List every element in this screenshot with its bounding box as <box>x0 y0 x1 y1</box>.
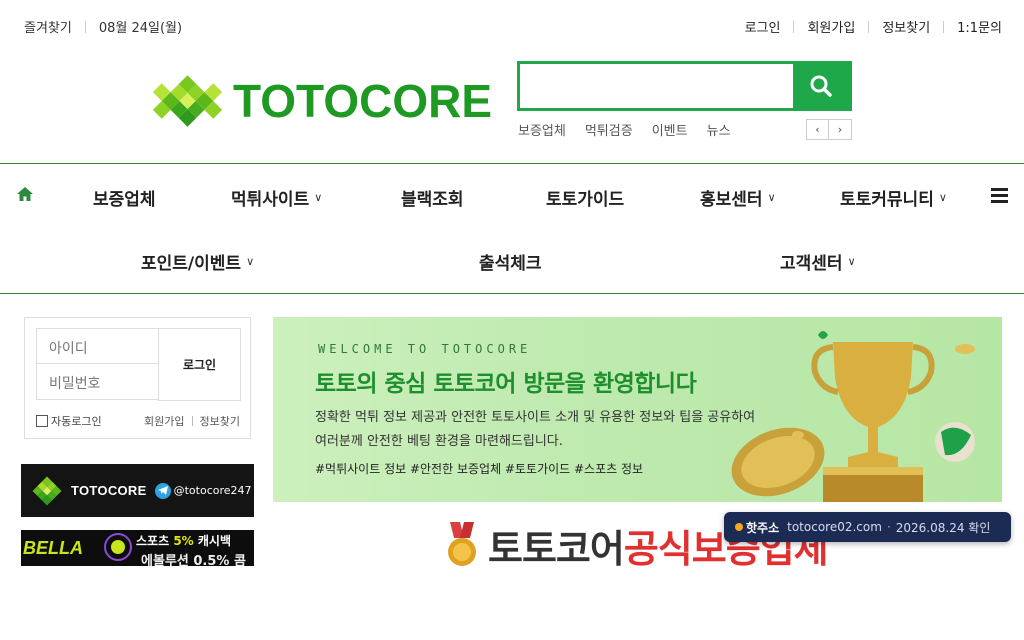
login-link[interactable]: 로그인 <box>745 17 781 36</box>
nav-label: 토토커뮤니티 <box>840 190 934 210</box>
nav-label: 고객센터 <box>780 254 843 274</box>
current-date: 08월 24일(월) <box>98 21 183 36</box>
hero-welcome-text: WELCOME TO TOTOCORE <box>318 342 532 356</box>
nav-label: 보증업체 <box>93 190 156 210</box>
user-id-field[interactable]: 아이디 <box>36 328 159 364</box>
chevron-down-icon: ∨ <box>938 191 947 204</box>
nav-row-2: 포인트/이벤트 ∨ 출석체크 고객센터 ∨ <box>0 228 1024 294</box>
logo-emblem-icon <box>152 75 223 127</box>
side-banner-bella[interactable]: BELLA 스포츠 5% 캐시백 에볼루션 0.5% 콤프 <box>21 530 254 566</box>
nav-label: 먹튀사이트 <box>231 190 310 210</box>
nav-item-customer-center[interactable]: 고객센터 ∨ <box>780 249 856 274</box>
search-link-guarantee[interactable]: 보증업체 <box>518 120 566 139</box>
search-icon <box>810 75 832 97</box>
sub-banner-text-1: 토토코어 <box>488 526 625 571</box>
login-links: 회원가입 정보찾기 <box>144 413 240 429</box>
side-banner-bella-brand: BELLA <box>23 538 83 558</box>
search-input[interactable] <box>520 64 793 108</box>
bella-line1-a: 스포츠 <box>136 534 174 548</box>
side-banner-telegram[interactable]: TOTOCORE @totocore247 <box>21 464 254 517</box>
find-info-link[interactable]: 정보찾기 <box>882 17 930 36</box>
hero-hashtags: #먹튀사이트 정보 #안전한 보증업체 #토토가이드 #스포츠 정보 <box>315 462 644 476</box>
nav-item-promo-center[interactable]: 홍보센터 ∨ <box>700 185 776 210</box>
telegram-handle: @totocore247 <box>154 482 252 499</box>
welcome-hero-banner[interactable]: WELCOME TO TOTOCORE 토토의 중심 토토코어 방문을 환영합니… <box>273 317 1002 502</box>
nav-item-community[interactable]: 토토커뮤니티 ∨ <box>840 185 947 210</box>
nav-label: 홍보센터 <box>700 190 763 210</box>
login-button[interactable]: 로그인 <box>158 328 241 401</box>
popular-search-links: 보증업체 먹튀검증 이벤트 뉴스 <box>518 120 731 139</box>
hot-address-toast[interactable]: 핫주소 totocore02.com · 2026.08.24 확인 <box>724 512 1011 542</box>
nav-row-1: 보증업체 먹튀사이트 ∨ 블랙조회 토토가이드 홍보센터 ∨ 토토커뮤니티 ∨ <box>0 164 1024 228</box>
nav-item-attendance[interactable]: 출석체크 <box>479 249 542 274</box>
nav-item-toto-guide[interactable]: 토토가이드 <box>546 185 624 210</box>
side-banner-brand: TOTOCORE <box>71 483 147 498</box>
nav-label: 토토가이드 <box>546 190 625 210</box>
search-box <box>517 61 852 111</box>
nav-label: 출석체크 <box>479 254 542 274</box>
chevron-down-icon: ∨ <box>847 255 856 268</box>
chevron-down-icon: ∨ <box>314 191 323 204</box>
signup-link[interactable]: 회원가입 <box>144 413 184 429</box>
logo-text: TOTOCORE <box>233 75 492 127</box>
medal-icon <box>448 522 476 566</box>
divider <box>943 20 945 33</box>
status-dot-icon <box>735 523 743 531</box>
bookmark-link[interactable]: 즐겨찾기 <box>24 17 72 36</box>
side-banner-bella-line1: 스포츠 5% 캐시백 <box>136 532 231 549</box>
search-link-verify[interactable]: 먹튀검증 <box>585 120 633 139</box>
bella-line1-c: 캐시백 <box>193 534 231 548</box>
telegram-handle-text: @totocore247 <box>173 484 252 497</box>
divider <box>868 20 870 33</box>
home-icon[interactable] <box>16 186 34 206</box>
top-left-group: 즐겨찾기 08월 24일(월) <box>24 17 182 36</box>
search-button[interactable] <box>793 64 849 108</box>
toast-url: totocore02.com <box>787 520 882 534</box>
nav-item-guarantee[interactable]: 보증업체 <box>93 185 156 210</box>
divider <box>793 20 795 33</box>
inquiry-link[interactable]: 1:1문의 <box>957 17 1002 36</box>
logo-emblem-icon <box>32 476 62 505</box>
nav-label: 블랙조회 <box>401 190 464 210</box>
search-link-event[interactable]: 이벤트 <box>652 120 688 139</box>
nav-item-scam-sites[interactable]: 먹튀사이트 ∨ <box>231 185 322 210</box>
auto-login-checkbox[interactable] <box>36 415 48 427</box>
find-info-link[interactable]: 정보찾기 <box>200 413 240 429</box>
hamburger-menu-icon[interactable] <box>991 188 1008 207</box>
bella-line1-b: 5% <box>173 534 194 548</box>
nav-item-points-events[interactable]: 포인트/이벤트 ∨ <box>141 249 254 274</box>
hero-title: 토토의 중심 토토코어 방문을 환영합니다 <box>315 371 697 397</box>
toast-date: 2026.08.24 확인 <box>895 520 991 535</box>
prev-arrow-button[interactable]: ‹ <box>806 119 829 140</box>
toast-separator: · <box>886 520 891 534</box>
chevron-down-icon: ∨ <box>246 255 255 268</box>
divider <box>84 20 86 33</box>
side-banner-bella-line2: 에볼루션 0.5% 콤프 <box>141 554 246 566</box>
bella-emblem-icon <box>104 533 132 561</box>
main-navigation: 보증업체 먹튀사이트 ∨ 블랙조회 토토가이드 홍보센터 ∨ 토토커뮤니티 ∨ 포인트… <box>0 163 1024 294</box>
top-utility-bar: 즐겨찾기 08월 24일(월) 로그인 회원가입 정보찾기 1:1문의 <box>0 0 1024 50</box>
nav-label: 포인트/이벤트 <box>141 254 242 274</box>
chevron-down-icon: ∨ <box>767 191 776 204</box>
nav-item-blacklist[interactable]: 블랙조회 <box>401 185 464 210</box>
password-field[interactable]: 비밀번호 <box>36 364 159 400</box>
hero-paragraph-2: 여러분께 안전한 베팅 환경을 마련해드립니다. <box>315 434 563 449</box>
auto-login-toggle[interactable]: 자동로그인 <box>36 413 102 429</box>
top-right-links: 로그인 회원가입 정보찾기 1:1문의 <box>745 17 1002 36</box>
search-link-pager: ‹ › <box>806 119 852 140</box>
auto-login-label: 자동로그인 <box>51 415 102 428</box>
search-link-news[interactable]: 뉴스 <box>707 120 731 139</box>
signup-link[interactable]: 회원가입 <box>807 17 855 36</box>
divider <box>191 416 193 426</box>
trophy-illustration-icon <box>731 331 975 502</box>
login-panel: 아이디 비밀번호 로그인 자동로그인 회원가입 정보찾기 <box>24 317 251 439</box>
telegram-icon <box>154 482 171 499</box>
site-logo[interactable]: TOTOCORE <box>152 70 492 132</box>
toast-label: 핫주소 <box>746 520 780 535</box>
next-arrow-button[interactable]: › <box>829 119 852 140</box>
